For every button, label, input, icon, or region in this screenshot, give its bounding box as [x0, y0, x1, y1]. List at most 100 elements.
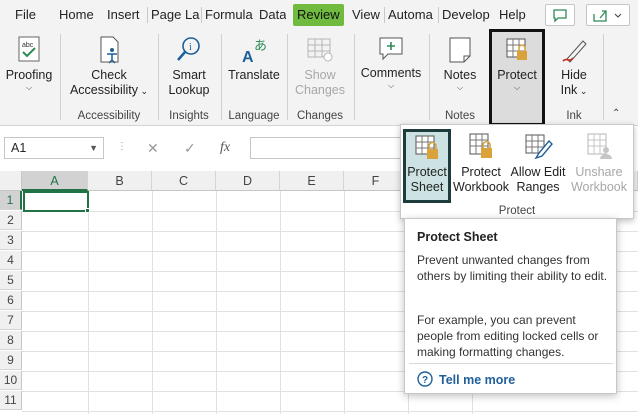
- protect-sheet-label-2: Sheet: [410, 180, 444, 194]
- tooltip-description: Prevent unwanted changes from others by …: [417, 253, 608, 283]
- protect-button[interactable]: Protect ⌵: [492, 35, 542, 93]
- tooltip-example: For example, you can prevent people from…: [417, 313, 599, 359]
- unshare-workbook-label-1: Unshare: [575, 165, 623, 179]
- tell-me-more-link[interactable]: ? Tell me more: [417, 371, 515, 387]
- group-accessibility-label: Accessibility: [77, 110, 141, 122]
- show-changes-icon: [307, 38, 333, 62]
- row-header-1[interactable]: 1: [0, 191, 22, 210]
- group-changes-label: Changes: [296, 110, 344, 122]
- tab-home[interactable]: Home: [59, 4, 94, 26]
- enter-icon[interactable]: ✓: [184, 140, 196, 157]
- chevron-down-icon: ⌵: [25, 83, 33, 92]
- name-box-value: A1: [11, 141, 27, 155]
- smart-lookup-button[interactable]: i Smart Lookup: [163, 35, 215, 98]
- svg-text:abc: abc: [22, 42, 34, 49]
- row-header-5[interactable]: 5: [0, 271, 22, 290]
- proofing-label: Proofing: [5, 68, 53, 82]
- fill-handle[interactable]: [85, 208, 90, 213]
- show-changes-button[interactable]: Show Changes: [291, 35, 349, 98]
- comments-pane-button[interactable]: [545, 4, 575, 26]
- active-cell-a1[interactable]: [23, 191, 89, 212]
- row-header-6[interactable]: 6: [0, 291, 22, 310]
- svg-text:あ: あ: [254, 39, 267, 54]
- protect-sheet-label-1: Protect: [407, 165, 447, 179]
- tab-view[interactable]: View: [352, 4, 380, 26]
- tab-page-layout[interactable]: Page La: [151, 4, 201, 26]
- review-ribbon: abc Proofing ⌵ Check Accessibility ⌄ Acc…: [0, 29, 638, 126]
- column-header-c[interactable]: C: [152, 171, 216, 191]
- group-insights-label: Insights: [169, 110, 209, 122]
- insert-function-icon[interactable]: fx: [220, 140, 230, 156]
- spelling-check-icon: abc: [18, 36, 40, 62]
- tab-automate[interactable]: Automa: [388, 4, 437, 26]
- group-ink-label: Ink: [566, 110, 582, 122]
- protect-workbook-icon: [469, 133, 492, 158]
- share-button[interactable]: [586, 4, 630, 26]
- smart-label: Smart: [172, 68, 206, 82]
- translate-label: Translate: [228, 68, 280, 82]
- proofing-button[interactable]: abc Proofing ⌵: [3, 35, 55, 93]
- column-header-e[interactable]: E: [280, 171, 344, 191]
- hide-ink-button[interactable]: Hide Ink ⌄: [550, 35, 598, 99]
- column-header-b[interactable]: B: [88, 171, 152, 191]
- unshare-workbook-label-2: Workbook: [570, 180, 628, 194]
- group-notes-label: Notes: [444, 110, 476, 122]
- tab-file[interactable]: File: [15, 4, 36, 26]
- svg-text:?: ?: [422, 375, 428, 386]
- comments-button[interactable]: Comments ⌵: [358, 35, 424, 91]
- cancel-icon[interactable]: ✕: [147, 140, 159, 157]
- tab-formulas[interactable]: Formula: [205, 4, 255, 26]
- notes-button[interactable]: Notes ⌵: [434, 35, 486, 93]
- protect-sheet-button[interactable]: Protect Sheet: [403, 129, 451, 203]
- unshare-workbook-button[interactable]: Unshare Workbook: [567, 129, 631, 195]
- protect-workbook-button[interactable]: Protect Workbook: [453, 129, 509, 195]
- comments-label: Comments: [360, 66, 422, 80]
- column-header-f[interactable]: F: [344, 171, 408, 191]
- row-header-2[interactable]: 2: [0, 211, 22, 230]
- row-header-4[interactable]: 4: [0, 251, 22, 270]
- column-header-a[interactable]: A: [22, 171, 88, 191]
- tooltip-title: Protect Sheet: [417, 230, 498, 244]
- splitter-handle[interactable]: ⋮: [117, 141, 128, 152]
- changes-label: Changes: [294, 83, 346, 97]
- row-header-8[interactable]: 8: [0, 331, 22, 350]
- protect-sheet-icon: [415, 135, 438, 159]
- help-icon: ?: [417, 371, 433, 387]
- ink-label: Ink: [560, 83, 578, 97]
- name-box[interactable]: A1 ▼: [4, 137, 104, 159]
- check-accessibility-button[interactable]: Check Accessibility ⌄: [66, 35, 152, 99]
- tab-help[interactable]: Help: [499, 4, 526, 26]
- row-header-3[interactable]: 3: [0, 231, 22, 250]
- unshare-workbook-icon: [587, 133, 612, 159]
- row-header-9[interactable]: 9: [0, 351, 22, 370]
- check-label: Check: [91, 68, 127, 82]
- translate-button[interactable]: A あ Translate: [226, 35, 282, 83]
- tab-data[interactable]: Data: [259, 4, 286, 26]
- tab-developer[interactable]: Develop: [442, 4, 493, 26]
- chevron-down-icon: ⌵: [513, 83, 521, 92]
- row-header-10[interactable]: 10: [0, 371, 22, 390]
- protect-workbook-label-1: Protect: [461, 165, 501, 179]
- protect-label: Protect: [497, 68, 537, 82]
- protect-workbook-label-2: Workbook: [453, 180, 510, 194]
- collapse-ribbon-icon[interactable]: ⌃: [612, 108, 620, 119]
- allow-edit-ranges-icon: [525, 134, 553, 160]
- allow-edit-ranges-button[interactable]: Allow Edit Ranges: [509, 129, 567, 195]
- notes-label: Notes: [443, 68, 477, 82]
- new-comment-icon: [379, 37, 403, 61]
- svg-text:i: i: [189, 42, 192, 53]
- accessibility-label: Accessibility: [69, 83, 139, 97]
- select-all-corner[interactable]: [0, 171, 22, 191]
- chevron-down-icon[interactable]: ▼: [89, 138, 98, 158]
- column-header-d[interactable]: D: [216, 171, 280, 191]
- tab-insert[interactable]: Insert: [107, 4, 140, 26]
- share-icon: [593, 10, 622, 22]
- chevron-down-icon: ⌵: [387, 81, 395, 90]
- accessibility-icon: [100, 36, 119, 64]
- row-header-11[interactable]: 11: [0, 391, 22, 410]
- row-header-7[interactable]: 7: [0, 311, 22, 330]
- formula-input[interactable]: [250, 137, 410, 159]
- protect-dropdown-menu: Protect Sheet Protect Workbook Allow Edi…: [400, 124, 634, 219]
- tab-review[interactable]: Review: [293, 4, 344, 26]
- translate-icon: A あ: [242, 39, 267, 65]
